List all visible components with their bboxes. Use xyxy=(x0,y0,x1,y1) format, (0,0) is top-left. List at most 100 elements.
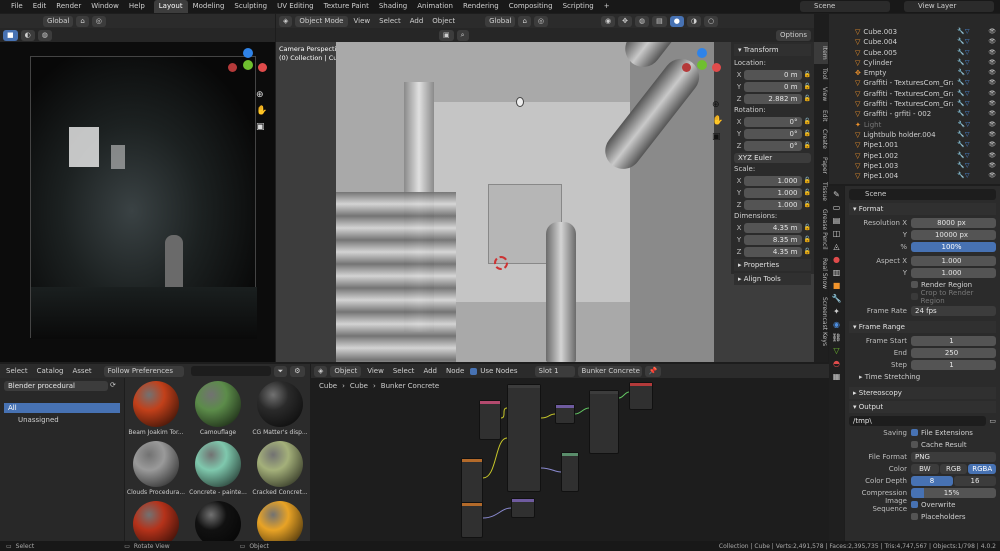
camera-icon[interactable]: ▣ xyxy=(712,132,721,142)
tab-grease-pencil[interactable]: Grease Pencil xyxy=(814,205,828,254)
material-output-node[interactable] xyxy=(629,382,653,410)
zoom-icon[interactable]: ⊕ xyxy=(256,90,264,100)
dimensions-field[interactable]: 8.35 m xyxy=(744,234,802,245)
lock-icon[interactable]: 🔓 xyxy=(804,236,811,243)
depth-8-button[interactable]: 8 xyxy=(911,475,953,486)
lock-icon[interactable]: 🔓 xyxy=(804,71,811,78)
viewport-menu-object[interactable]: Object xyxy=(429,17,458,25)
visibility-icon[interactable]: 👁 xyxy=(988,58,996,68)
modifier-icon[interactable]: 🔧▽ xyxy=(957,161,969,171)
library-select[interactable]: Blender procedural xyxy=(4,381,108,391)
mode-selector[interactable]: Object Mode xyxy=(295,15,348,27)
rotation-mode-select[interactable]: XYZ Euler xyxy=(734,153,811,163)
properties-search[interactable]: Scene xyxy=(849,189,996,200)
cache-result-checkbox[interactable] xyxy=(911,441,918,448)
material-icon[interactable]: ◓ xyxy=(833,359,840,368)
settings-icon[interactable]: ⚙ xyxy=(290,365,305,377)
scene-icon[interactable]: ◬ xyxy=(833,242,839,251)
asset-item[interactable] xyxy=(127,501,185,541)
outliner-item[interactable]: ▽ Pipe1.001 🔧▽ 👁 xyxy=(855,140,1000,150)
node-menu-view[interactable]: View xyxy=(364,367,387,375)
navigation-gizmo[interactable] xyxy=(226,48,270,92)
tab-texture-paint[interactable]: Texture Paint xyxy=(319,0,374,13)
outliner-item[interactable]: ▽ Cube.003 🔧▽ 👁 xyxy=(855,27,1000,37)
z-axis-ball[interactable] xyxy=(243,48,253,58)
properties-header[interactable]: ▸ Properties xyxy=(734,259,811,271)
res-pct-field[interactable]: 100% xyxy=(911,241,996,252)
modifier-icon[interactable]: 🔧▽ xyxy=(957,48,969,58)
visibility-icon[interactable]: 👁 xyxy=(988,37,996,47)
format-header[interactable]: ▾ Format xyxy=(849,203,996,215)
visibility-icon[interactable]: 👁 xyxy=(988,151,996,161)
shader-node[interactable] xyxy=(561,452,579,492)
node-editor-type-icon[interactable]: ◈ xyxy=(314,365,328,377)
object-type-icon[interactable]: ▣ xyxy=(439,29,454,41)
visibility-icon[interactable]: 👁 xyxy=(988,171,996,181)
tab-scripting[interactable]: Scripting xyxy=(558,0,599,13)
dimensions-field[interactable]: 4.35 m xyxy=(744,246,802,257)
asset-menu-asset[interactable]: Asset xyxy=(70,367,95,375)
options-button[interactable]: Options xyxy=(775,29,811,41)
asset-item[interactable]: Beam Joakim Tor... xyxy=(127,381,185,437)
rotation-field[interactable]: 0° xyxy=(744,140,802,151)
asset-search-input[interactable] xyxy=(190,366,271,376)
color-rgba-button[interactable]: RGBA xyxy=(968,463,997,474)
placeholders-checkbox[interactable] xyxy=(911,513,918,520)
tab-paper[interactable]: Paper xyxy=(814,153,828,178)
tab-view[interactable]: View xyxy=(814,83,828,105)
x-axis-ball[interactable] xyxy=(682,63,691,72)
menu-file[interactable]: File xyxy=(6,0,28,13)
object-icon[interactable]: ■ xyxy=(833,281,841,290)
collection-icon[interactable]: ▥ xyxy=(833,268,841,277)
outliner-item[interactable]: ▽ Cylinder 🔧▽ 👁 xyxy=(855,58,1000,68)
viewport-menu-add[interactable]: Add xyxy=(407,17,427,25)
y-axis-ball[interactable] xyxy=(243,60,253,70)
editor-type-icon[interactable]: ◈ xyxy=(279,15,293,27)
refresh-icon[interactable]: ⟳ xyxy=(110,381,116,389)
scale-field[interactable]: 1.000 xyxy=(744,187,802,198)
material-shading-icon[interactable]: ◑ xyxy=(686,15,701,27)
outliner-item[interactable]: ▽ Pipe1.004 🔧▽ 👁 xyxy=(855,171,1000,181)
rotation-field[interactable]: 0° xyxy=(744,116,802,127)
visibility-icon[interactable]: 👁 xyxy=(988,161,996,171)
menu-window[interactable]: Window xyxy=(86,0,124,13)
lock-icon[interactable]: 🔓 xyxy=(804,248,811,255)
menu-edit[interactable]: Edit xyxy=(28,0,52,13)
modifier-icon[interactable]: 🔧▽ xyxy=(957,151,969,161)
view-layer-selector[interactable]: View Layer xyxy=(904,1,994,12)
data-icon[interactable]: ▽ xyxy=(833,346,839,355)
xray-icon[interactable]: ▤ xyxy=(652,15,667,27)
asset-menu-select[interactable]: Select xyxy=(3,367,31,375)
outliner-item[interactable]: ✥ Empty 🔧▽ 👁 xyxy=(855,68,1000,78)
material-select[interactable]: Bunker Concrete xyxy=(577,365,642,377)
lock-icon[interactable]: 🔓 xyxy=(804,189,811,196)
outliner-item[interactable]: ▽ Cube.004 🔧▽ 👁 xyxy=(855,37,1000,47)
modifier-icon[interactable]: 🔧 xyxy=(832,294,842,303)
tab-modeling[interactable]: Modeling xyxy=(188,0,230,13)
hand-icon[interactable]: ✋ xyxy=(712,116,723,126)
output-header[interactable]: ▾ Output xyxy=(849,401,996,413)
proportional-icon[interactable]: ◎ xyxy=(91,15,106,27)
visibility-icon[interactable]: 👁 xyxy=(988,130,996,140)
outliner-item[interactable]: ▽Graffiti - TexturesCom_GraffitiTa 🔧▽ 👁 xyxy=(855,99,1000,109)
outliner-item[interactable]: ▽ Pipe1.003 🔧▽ 👁 xyxy=(855,161,1000,171)
menu-help[interactable]: Help xyxy=(124,0,150,13)
z-axis-ball[interactable] xyxy=(697,48,707,58)
transform-orientation[interactable]: Global xyxy=(43,15,74,27)
tab-sculpting[interactable]: Sculpting xyxy=(229,0,272,13)
texture-icon[interactable]: ▦ xyxy=(833,372,841,381)
outliner-item[interactable]: ▽Graffiti - TexturesCom_GraffitiTa 🔧▽ 👁 xyxy=(855,78,1000,88)
frame-rate-select[interactable]: 24 fps xyxy=(911,305,996,316)
outliner-item[interactable]: ▽Graffiti - TexturesCom_GraffitiTa 🔧▽ 👁 xyxy=(855,89,1000,99)
asset-item[interactable]: Concrete - painte... xyxy=(189,441,247,497)
tab-screencast-keys[interactable]: Screencast Keys xyxy=(814,293,828,350)
modifier-icon[interactable]: 🔧▽ xyxy=(957,27,969,37)
frame-step-field[interactable]: 1 xyxy=(911,359,996,370)
viewport-orientation[interactable]: Global xyxy=(485,15,516,27)
asset-item[interactable]: Clouds Procedura... xyxy=(127,441,185,497)
modifier-icon[interactable]: 🔧▽ xyxy=(957,78,969,88)
visibility-icon[interactable]: 👁 xyxy=(988,48,996,58)
physics-icon[interactable]: ◉ xyxy=(833,320,840,329)
zoom-icon[interactable]: ⊕ xyxy=(712,100,720,110)
lock-icon[interactable]: 🔓 xyxy=(804,130,811,137)
